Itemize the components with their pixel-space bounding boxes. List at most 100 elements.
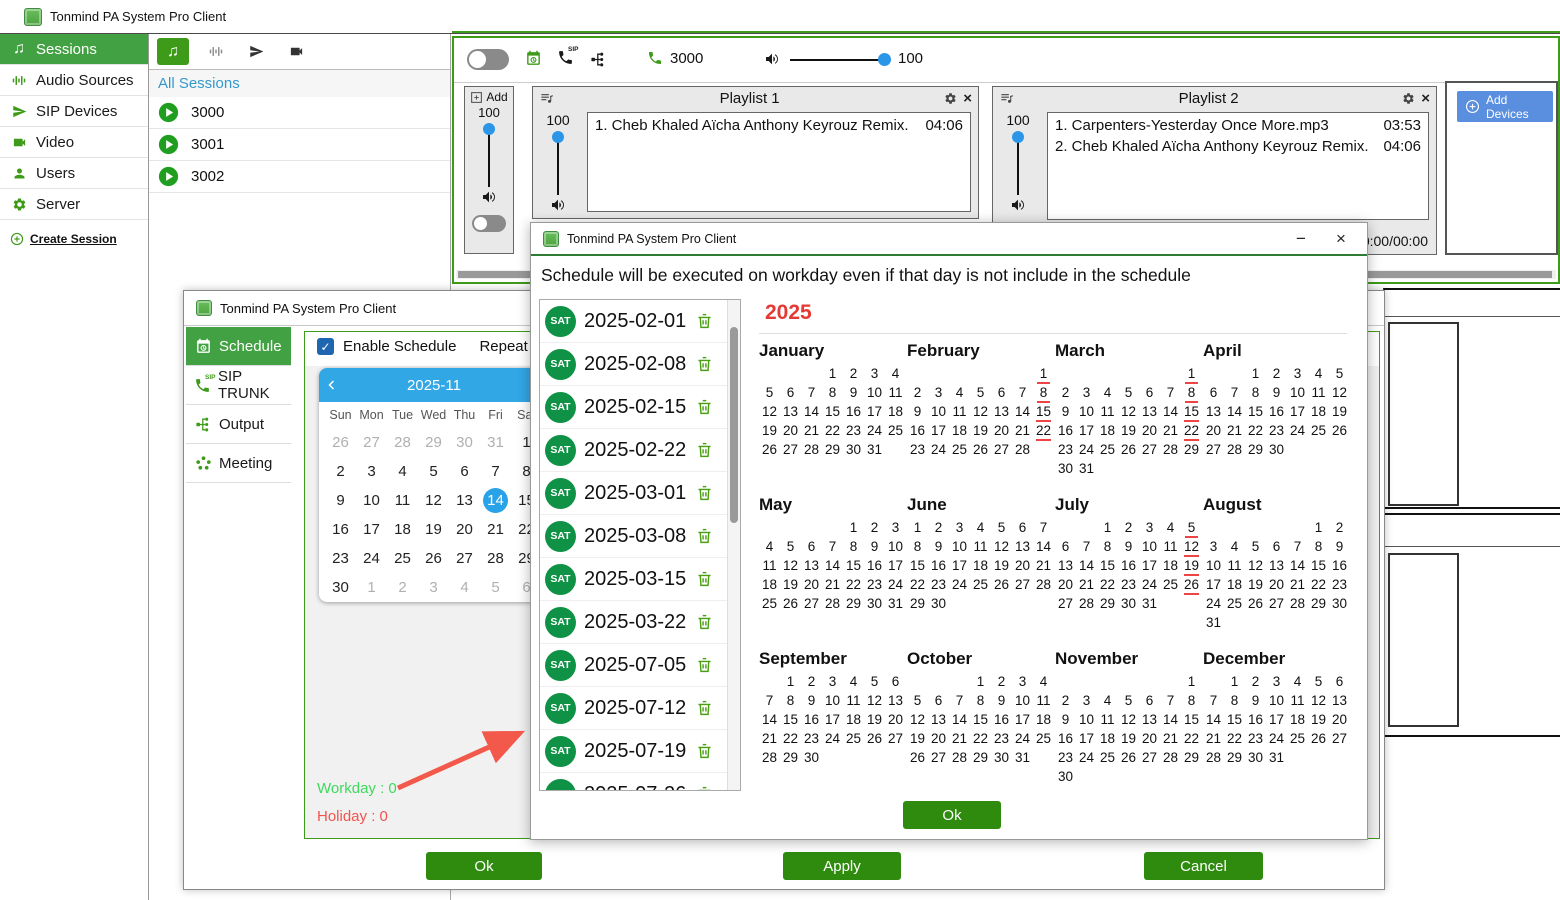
- calendar-day[interactable]: 7: [480, 457, 511, 486]
- volume-slider[interactable]: [557, 135, 559, 195]
- track-row[interactable]: 1. Cheb Khaled Aïcha Anthony Keyrouz Rem…: [595, 115, 963, 136]
- calendar-day[interactable]: 1: [356, 573, 387, 602]
- calendar-day[interactable]: 16: [325, 515, 356, 544]
- trash-icon[interactable]: [696, 742, 713, 760]
- ok-button[interactable]: Ok: [426, 852, 542, 880]
- trash-icon[interactable]: [696, 441, 713, 459]
- trash-icon[interactable]: [696, 699, 713, 717]
- playlist-close-icon[interactable]: ×: [963, 91, 972, 106]
- calendar-day[interactable]: 2: [325, 457, 356, 486]
- scrollbar-thumb[interactable]: [730, 327, 738, 523]
- calendar-day[interactable]: 9: [325, 486, 356, 515]
- trash-icon[interactable]: [696, 527, 713, 545]
- trash-icon[interactable]: [696, 613, 713, 631]
- calendar-day[interactable]: 14: [480, 486, 511, 515]
- volume-slider-knob[interactable]: [483, 123, 495, 135]
- prev-month-icon[interactable]: [319, 378, 345, 392]
- calendar-day[interactable]: 28: [480, 544, 511, 573]
- master-volume-knob[interactable]: [878, 53, 891, 66]
- minimize-icon[interactable]: −: [1281, 229, 1321, 249]
- volume-slider-knob[interactable]: [552, 131, 564, 143]
- calendar-day[interactable]: 2: [387, 573, 418, 602]
- sip-phone-icon[interactable]: SIP: [557, 49, 574, 66]
- session-row[interactable]: 3002: [149, 161, 450, 193]
- tab-sip-trunk[interactable]: SIPSIP TRUNK: [186, 366, 291, 405]
- close-icon[interactable]: ×: [1321, 229, 1361, 249]
- calendar-day[interactable]: 27: [449, 544, 480, 573]
- trash-icon[interactable]: [696, 570, 713, 588]
- calendar-day[interactable]: 30: [325, 573, 356, 602]
- trash-icon[interactable]: [696, 484, 713, 502]
- wave-icon[interactable]: [203, 40, 229, 64]
- trash-icon[interactable]: [696, 398, 713, 416]
- session-row[interactable]: 3000: [149, 97, 450, 129]
- apply-button[interactable]: Apply: [783, 852, 901, 880]
- dialog-ok-button[interactable]: Ok: [903, 801, 1001, 829]
- session-row[interactable]: 3001: [149, 129, 450, 161]
- calendar-day[interactable]: 3: [418, 573, 449, 602]
- tab-output[interactable]: Output: [186, 405, 291, 444]
- output-icon[interactable]: [590, 51, 607, 68]
- music-icon[interactable]: ♫: [157, 38, 189, 65]
- trash-icon[interactable]: [696, 312, 713, 330]
- calendar-day[interactable]: 5: [418, 457, 449, 486]
- playlist-settings-icon[interactable]: [1402, 92, 1415, 105]
- trash-icon[interactable]: [696, 656, 713, 674]
- trash-icon[interactable]: [696, 785, 713, 791]
- calendar-day[interactable]: 20: [449, 515, 480, 544]
- volume-slider[interactable]: [1017, 135, 1019, 195]
- sidebar-item-sip-devices[interactable]: SIP Devices: [0, 96, 148, 127]
- calendar-day[interactable]: 4: [449, 573, 480, 602]
- calendar-day[interactable]: 3: [356, 457, 387, 486]
- send-icon[interactable]: [243, 40, 269, 64]
- trash-icon[interactable]: [696, 355, 713, 373]
- vertical-scrollbar[interactable]: [727, 300, 740, 790]
- calendar-day[interactable]: 18: [387, 515, 418, 544]
- calendar-day[interactable]: 26: [418, 544, 449, 573]
- tab-meeting[interactable]: Meeting: [186, 444, 291, 483]
- add-devices-button[interactable]: Add Devices: [1457, 91, 1553, 122]
- track-row[interactable]: 2. Cheb Khaled Aïcha Anthony Keyrouz Rem…: [1055, 136, 1421, 157]
- calendar-day[interactable]: 17: [356, 515, 387, 544]
- sidebar-item-server[interactable]: Server: [0, 189, 148, 220]
- create-session-link[interactable]: Create Session: [10, 232, 117, 246]
- volume-slider-knob[interactable]: [1012, 131, 1024, 143]
- master-volume-slider[interactable]: [790, 59, 886, 61]
- sidebar-item-users[interactable]: Users: [0, 158, 148, 189]
- sidebar-item-audio-sources[interactable]: Audio Sources: [0, 65, 148, 96]
- calendar-day[interactable]: 27: [356, 428, 387, 457]
- calendar-day[interactable]: 25: [387, 544, 418, 573]
- calendar-day[interactable]: 28: [387, 428, 418, 457]
- schedule-icon[interactable]: [525, 50, 542, 67]
- calendar-day[interactable]: 10: [356, 486, 387, 515]
- calendar-day[interactable]: 30: [449, 428, 480, 457]
- calendar-day[interactable]: 21: [480, 515, 511, 544]
- calendar-day[interactable]: 29: [418, 428, 449, 457]
- camera-icon[interactable]: [283, 40, 309, 64]
- add-source-button[interactable]: Add: [470, 90, 507, 104]
- calendar-day[interactable]: 4: [387, 457, 418, 486]
- all-sessions-header[interactable]: All Sessions: [149, 70, 450, 97]
- calendar-day[interactable]: 23: [325, 544, 356, 573]
- playlist-settings-icon[interactable]: [944, 92, 957, 105]
- calendar-day[interactable]: 19: [418, 515, 449, 544]
- calendar-day[interactable]: 31: [480, 428, 511, 457]
- cancel-button[interactable]: Cancel: [1144, 852, 1263, 880]
- calendar-day[interactable]: 13: [449, 486, 480, 515]
- tab-schedule[interactable]: Schedule: [186, 327, 291, 366]
- playlist-close-icon[interactable]: ×: [1421, 91, 1430, 106]
- sidebar-item-video[interactable]: Video: [0, 127, 148, 158]
- track-row[interactable]: 1. Carpenters-Yesterday Once More.mp303:…: [1055, 115, 1421, 136]
- sidebar-item-sessions[interactable]: ♫Sessions: [0, 34, 148, 65]
- speaker-icon[interactable]: [764, 51, 780, 67]
- play-icon[interactable]: [158, 102, 179, 123]
- session-toggle[interactable]: [467, 49, 509, 70]
- calendar-day[interactable]: 5: [480, 573, 511, 602]
- calendar-day[interactable]: 26: [325, 428, 356, 457]
- enable-schedule-checkbox[interactable]: ✓: [317, 338, 334, 355]
- add-panel-toggle[interactable]: [472, 215, 506, 232]
- play-icon[interactable]: [158, 134, 179, 155]
- play-icon[interactable]: [158, 166, 179, 187]
- calendar-day[interactable]: 11: [387, 486, 418, 515]
- calendar-day[interactable]: 12: [418, 486, 449, 515]
